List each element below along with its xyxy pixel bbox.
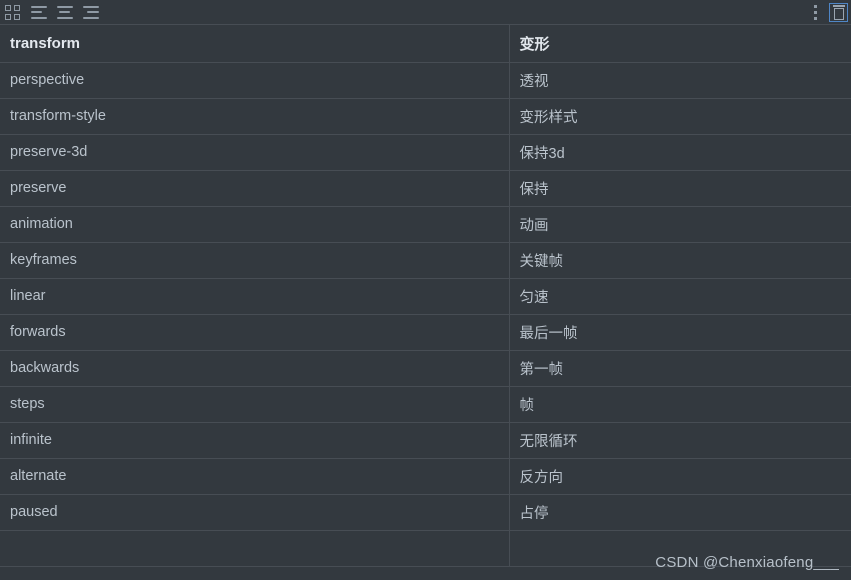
cell-term-en[interactable]: steps (0, 386, 510, 423)
cell-term-zh[interactable]: 占停 (509, 494, 851, 531)
glossary-table: transform 变形 perspective 透视 transform-styl… (0, 25, 851, 567)
cell-term-en[interactable]: infinite (0, 422, 510, 459)
cell-term-en[interactable]: backwards (0, 350, 510, 387)
toolbar-right-group (806, 0, 848, 25)
column-header-zh: 变形 (509, 25, 851, 63)
cell-term-zh[interactable]: 变形样式 (509, 98, 851, 135)
align-left-icon (30, 5, 47, 19)
editor-toolbar (0, 0, 851, 25)
cell-term-en[interactable]: paused (0, 494, 510, 531)
table-row[interactable]: preserve 保持 (0, 170, 851, 207)
cell-term-en[interactable]: preserve (0, 170, 510, 207)
cell-term-zh[interactable]: 反方向 (509, 458, 851, 495)
table-row[interactable]: linear 匀速 (0, 278, 851, 315)
cell-term-zh[interactable]: 透视 (509, 62, 851, 99)
cell-term-zh[interactable]: 保持3d (509, 134, 851, 171)
table-grid-icon (5, 4, 20, 20)
table-header: transform 变形 (0, 25, 851, 63)
align-center-icon (56, 5, 73, 19)
cell-term-zh[interactable]: 最后一帧 (509, 314, 851, 351)
cell-term-zh[interactable]: 匀速 (509, 278, 851, 315)
delete-button[interactable] (829, 3, 848, 22)
table-row[interactable]: paused 占停 (0, 494, 851, 531)
align-left-button[interactable] (29, 3, 48, 22)
cell-term-en[interactable]: animation (0, 206, 510, 243)
table-body: perspective 透视 transform-style 变形样式 preserve… (0, 62, 851, 567)
align-right-icon (82, 5, 99, 19)
cell-term-en[interactable]: linear (0, 278, 510, 315)
more-options-icon (814, 5, 818, 20)
table-row[interactable]: infinite 无限循环 (0, 422, 851, 459)
table-row[interactable]: forwards 最后一帧 (0, 314, 851, 351)
glossary-table-container: transform 变形 perspective 透视 transform-styl… (0, 25, 851, 567)
column-header-en: transform (0, 25, 510, 63)
cell-term-zh[interactable]: 帧 (509, 386, 851, 423)
table-row[interactable]: animation 动画 (0, 206, 851, 243)
cell-term-en[interactable]: transform-style (0, 98, 510, 135)
cell-term-en[interactable]: perspective (0, 62, 510, 99)
cell-term-zh[interactable]: 无限循环 (509, 422, 851, 459)
table-row[interactable] (0, 530, 851, 567)
more-options-button[interactable] (806, 3, 825, 22)
table-header-row: transform 变形 (0, 25, 851, 63)
table-row[interactable]: steps 帧 (0, 386, 851, 423)
table-row[interactable]: preserve-3d 保持3d (0, 134, 851, 171)
cell-term-zh[interactable]: 第一帧 (509, 350, 851, 387)
cell-term-en[interactable]: preserve-3d (0, 134, 510, 171)
table-row[interactable]: backwards 第一帧 (0, 350, 851, 387)
cell-term-zh[interactable] (509, 530, 851, 567)
cell-term-zh[interactable]: 保持 (509, 170, 851, 207)
align-right-button[interactable] (81, 3, 100, 22)
toolbar-left-group (0, 3, 100, 22)
table-row[interactable]: perspective 透视 (0, 62, 851, 99)
cell-term-en[interactable] (0, 530, 510, 567)
cell-term-en[interactable]: keyframes (0, 242, 510, 279)
table-grid-button[interactable] (3, 3, 22, 22)
cell-term-en[interactable]: forwards (0, 314, 510, 351)
table-row[interactable]: transform-style 变形样式 (0, 98, 851, 135)
cell-term-zh[interactable]: 动画 (509, 206, 851, 243)
cell-term-en[interactable]: alternate (0, 458, 510, 495)
table-row[interactable]: alternate 反方向 (0, 458, 851, 495)
trash-icon (832, 4, 846, 21)
table-row[interactable]: keyframes 关键帧 (0, 242, 851, 279)
cell-term-zh[interactable]: 关键帧 (509, 242, 851, 279)
align-center-button[interactable] (55, 3, 74, 22)
